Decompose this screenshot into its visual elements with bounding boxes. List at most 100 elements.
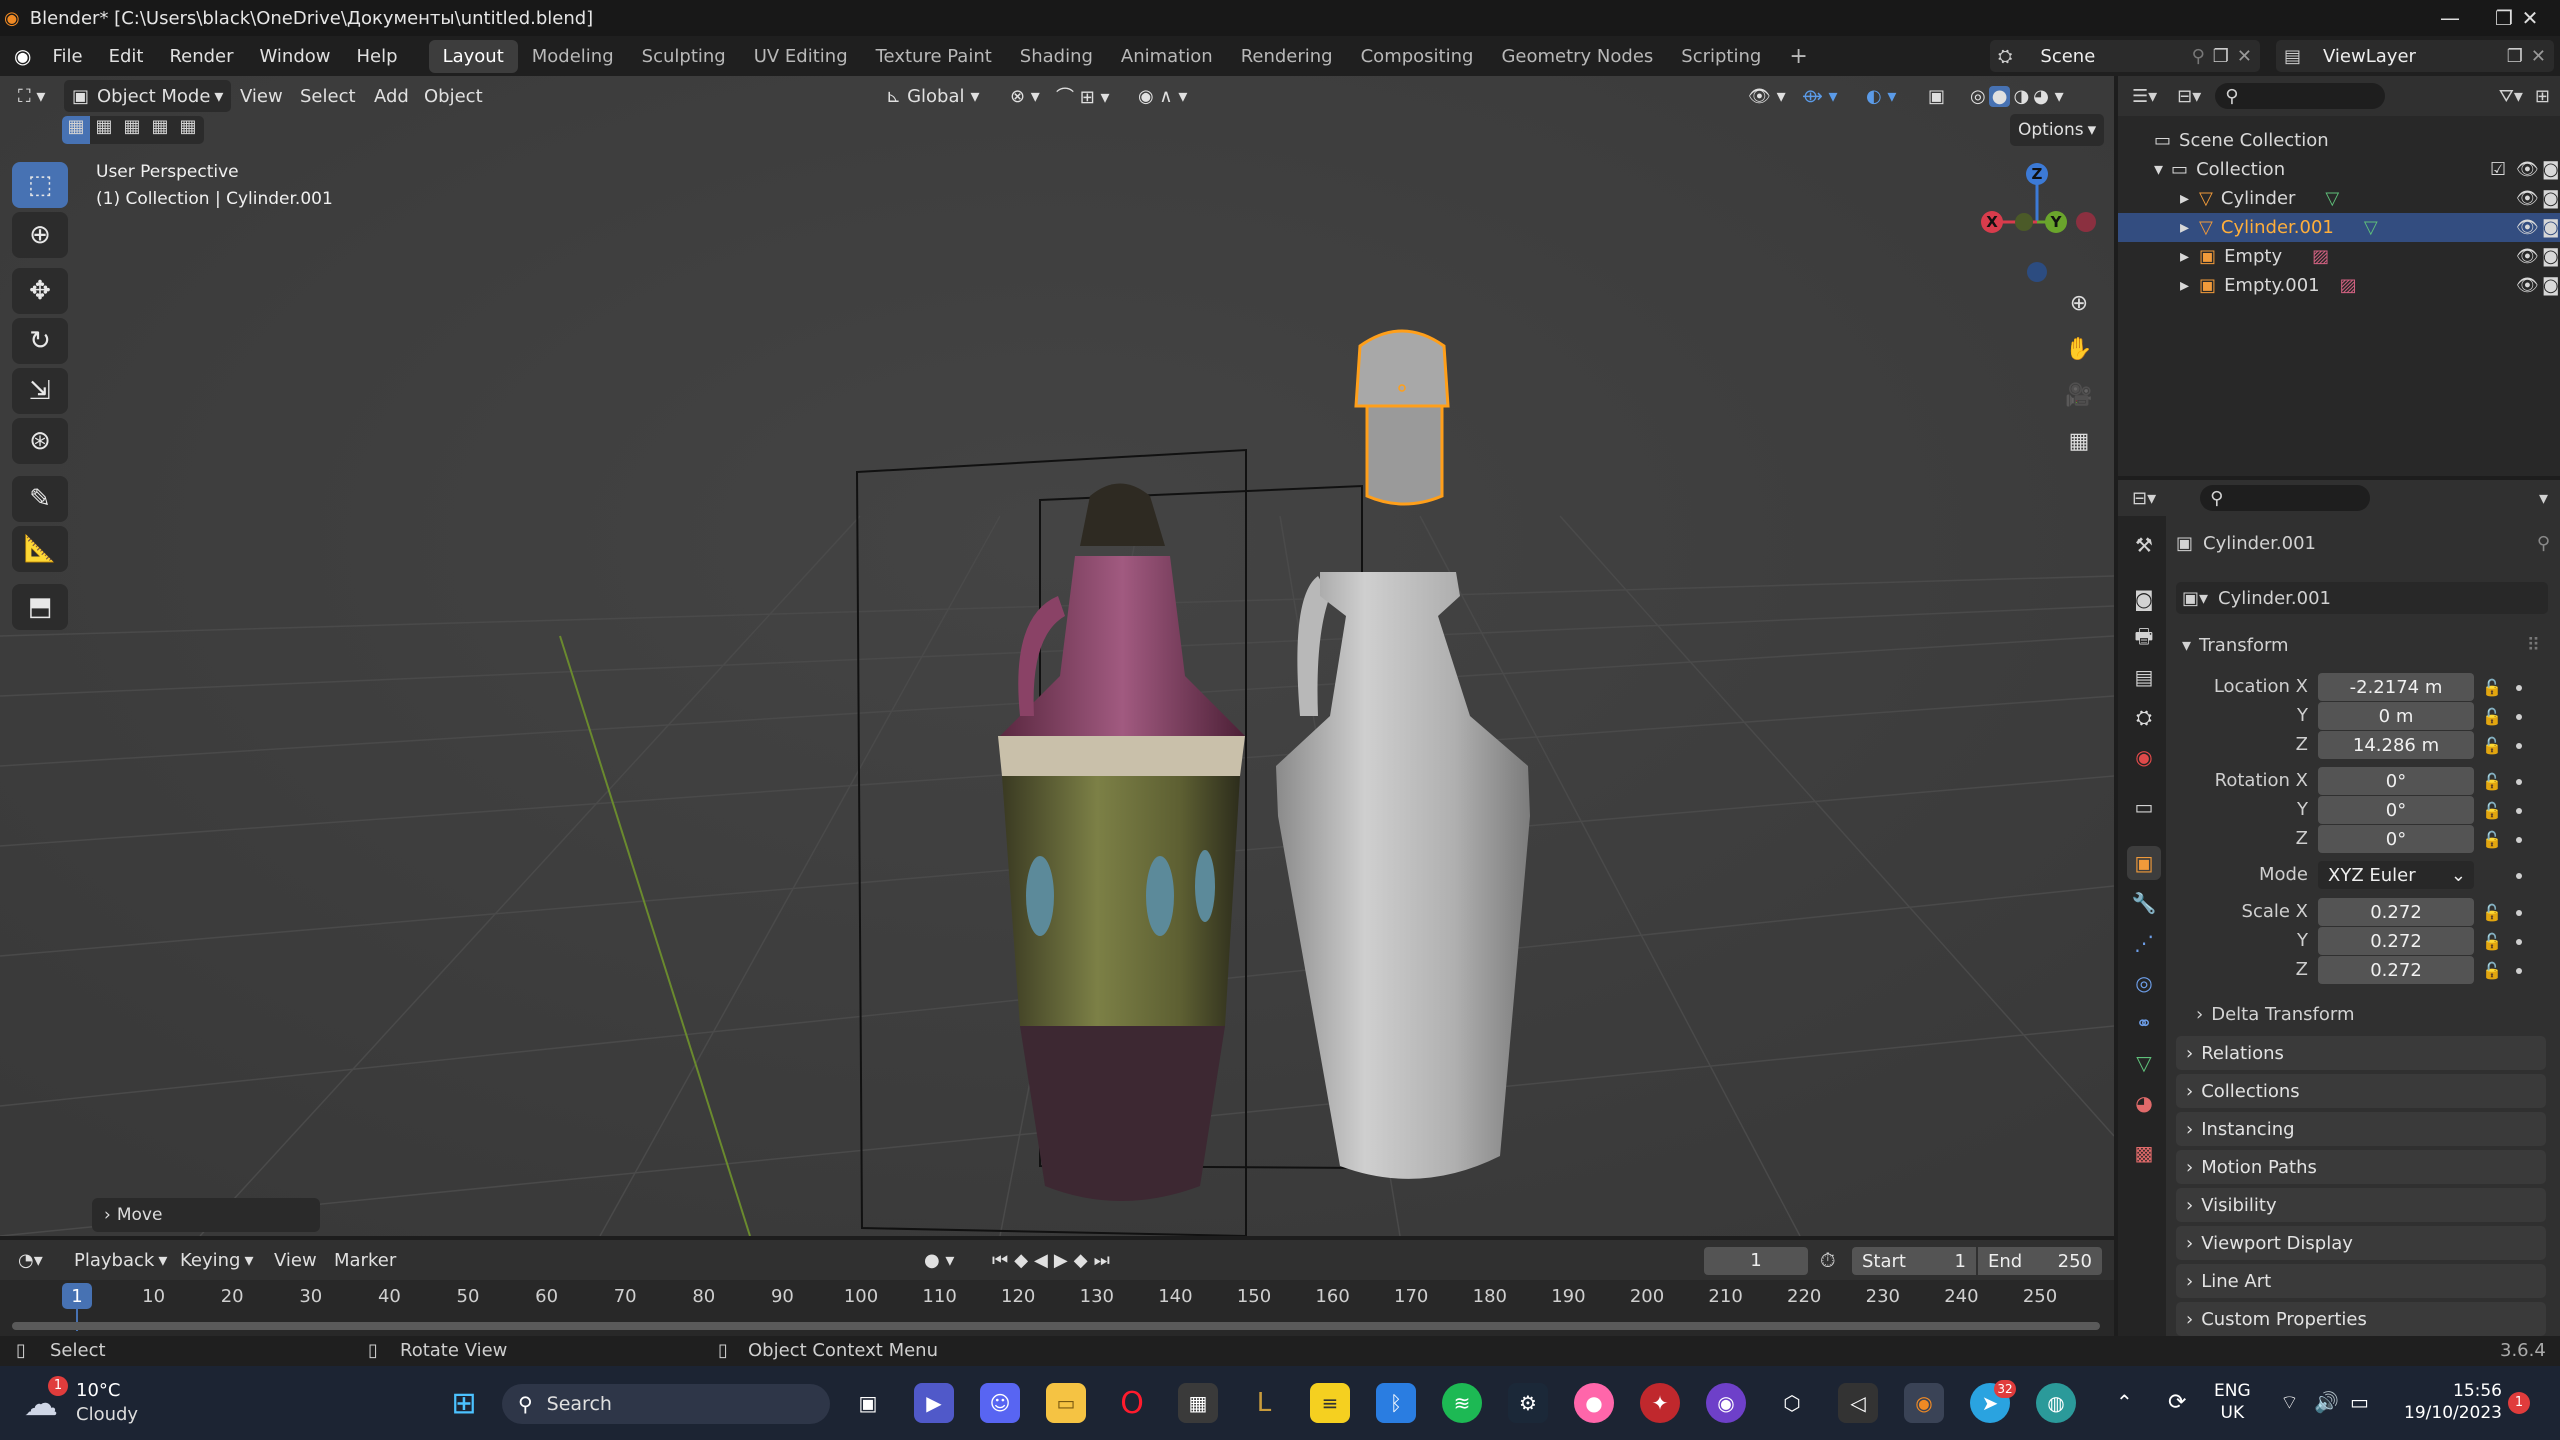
eye-icon[interactable]: 👁 <box>2516 188 2539 209</box>
selected-cylinder-object[interactable] <box>1354 329 1450 506</box>
render-camera-icon[interactable]: ◙ <box>2542 246 2559 267</box>
location-x-field[interactable]: -2.2174 m <box>2318 673 2474 701</box>
lock-icon[interactable]: 🔓 <box>2482 707 2502 726</box>
rotation-y-field[interactable]: 0° <box>2318 796 2474 824</box>
rendered-shading-icon[interactable]: ◕ ▾ <box>2033 86 2063 107</box>
tab-geometry-nodes[interactable]: Geometry Nodes <box>1487 40 1667 73</box>
panel-instancing[interactable]: › Instancing <box>2176 1112 2546 1146</box>
play-reverse-icon[interactable]: ◀ <box>1034 1250 1054 1271</box>
rotation-z-field[interactable]: 0° <box>2318 825 2474 853</box>
material-tab-icon[interactable]: ◕ <box>2127 1086 2161 1120</box>
zoom-button[interactable]: ⊕ <box>2062 286 2096 320</box>
lock-icon[interactable]: 🔓 <box>2482 736 2502 755</box>
lock-icon[interactable]: 🔓 <box>2482 903 2502 922</box>
keyframe-dot-icon[interactable] <box>2516 685 2522 691</box>
3d-viewport[interactable]: Z X Y ⛶ ▾ ▣ Object Mode ▾ View Select Ad… <box>0 76 2114 1236</box>
view-layer-tab-icon[interactable]: ▤ <box>2127 660 2161 694</box>
keyframe-dot-icon[interactable] <box>2516 779 2522 785</box>
panel-custom-properties[interactable]: › Custom Properties <box>2176 1302 2546 1336</box>
drag-handle-icon[interactable]: ⠿ <box>2527 635 2540 656</box>
move-tool[interactable]: ✥ <box>12 268 68 314</box>
menu-add[interactable]: Add <box>366 80 417 112</box>
menu-help[interactable]: Help <box>344 46 411 67</box>
current-frame-field[interactable]: 1 <box>1704 1247 1808 1275</box>
menu-view[interactable]: View <box>232 80 291 112</box>
discord-icon[interactable]: ☺ <box>980 1383 1020 1423</box>
outliner-collection[interactable]: ▾ ▭ Collection ☑ 👁 ◙ <box>2118 155 2560 184</box>
gizmo-toggle[interactable]: ⟴ ▾ <box>1794 80 1846 112</box>
play-icon[interactable]: ▶ <box>1054 1250 1074 1271</box>
transform-panel-header[interactable]: ▾ Transform ⠿ <box>2176 628 2546 662</box>
blender-taskbar-icon[interactable]: ◉ <box>1904 1383 1944 1423</box>
keyframe-dot-icon[interactable] <box>2516 808 2522 814</box>
expand-icon[interactable]: ▸ <box>2180 217 2189 238</box>
language-indicator[interactable]: ENG UK <box>2214 1380 2251 1424</box>
menu-playback[interactable]: Playback ▾ <box>66 1244 175 1276</box>
viewport-scene[interactable]: Z X Y <box>0 76 2114 1236</box>
outliner-scene-collection[interactable]: ▭ Scene Collection <box>2118 126 2560 155</box>
render-camera-icon[interactable]: ◙ <box>2542 217 2559 238</box>
notes-app-icon[interactable]: ≡ <box>1310 1383 1350 1423</box>
ortho-toggle-button[interactable]: ▦ <box>2062 424 2096 458</box>
select-subtract-icon[interactable]: ▦ <box>118 116 146 144</box>
tab-animation[interactable]: Animation <box>1107 40 1227 73</box>
pan-button[interactable]: ✋ <box>2062 332 2096 366</box>
panel-relations[interactable]: › Relations <box>2176 1036 2546 1070</box>
tool-tab-icon[interactable]: ⚒ <box>2127 528 2161 562</box>
lock-icon[interactable]: 🔓 <box>2482 932 2502 951</box>
chevron-down-icon[interactable]: ▾ <box>2539 488 2548 509</box>
eye-icon[interactable]: 👁 <box>2516 217 2539 238</box>
render-tab-icon[interactable]: ◙ <box>2127 582 2161 616</box>
tab-scripting[interactable]: Scripting <box>1667 40 1775 73</box>
solid-shading-icon[interactable]: ● <box>1988 85 2011 107</box>
last-operator-panel[interactable]: › Move <box>92 1198 320 1232</box>
options-dropdown[interactable]: Options ▾ <box>2010 114 2105 146</box>
menu-timeline-view[interactable]: View <box>266 1244 325 1276</box>
collapse-icon[interactable]: ▾ <box>2154 159 2163 180</box>
menu-file[interactable]: File <box>39 46 95 67</box>
keyframe-dot-icon[interactable] <box>2516 837 2522 843</box>
jump-end-icon[interactable]: ⏭ <box>1094 1250 1116 1271</box>
scale-x-field[interactable]: 0.272 <box>2318 898 2474 926</box>
properties-editor-icon[interactable]: ⊟▾ <box>2132 488 2156 509</box>
filter-icon[interactable]: ⛛▾ <box>2499 86 2523 107</box>
snap-toggle[interactable]: ⌒ ⊞ ▾ <box>1048 80 1118 112</box>
output-tab-icon[interactable]: 🖶 <box>2127 622 2161 656</box>
panel-motion-paths[interactable]: › Motion Paths <box>2176 1150 2546 1184</box>
outliner-item-empty[interactable]: ▸ ▣ Empty ▨ 👁 ◙ <box>2118 242 2560 271</box>
object-browse-icon[interactable]: ▣▾ <box>2182 588 2208 609</box>
select-invert-icon[interactable]: ▦ <box>146 116 174 144</box>
prev-keyframe-icon[interactable]: ◆ <box>1014 1250 1034 1271</box>
game-app-icon[interactable]: ✦ <box>1640 1383 1680 1423</box>
minecraft-icon[interactable]: ▦ <box>1178 1383 1218 1423</box>
outliner-editor-icon[interactable]: ☰▾ <box>2132 86 2157 107</box>
menu-object[interactable]: Object <box>416 80 491 112</box>
render-camera-icon[interactable]: ◙ <box>2542 275 2559 296</box>
tab-texture-paint[interactable]: Texture Paint <box>862 40 1006 73</box>
lock-icon[interactable]: 🔓 <box>2482 801 2502 820</box>
delete-viewlayer-icon[interactable]: ✕ <box>2531 46 2546 67</box>
volume-icon[interactable]: 🔊 <box>2314 1390 2339 1414</box>
particles-tab-icon[interactable]: ⋰ <box>2127 926 2161 960</box>
keyframe-dot-icon[interactable] <box>2516 939 2522 945</box>
opera-icon[interactable]: O <box>1112 1383 1152 1423</box>
display-mode-icon[interactable]: ⊟▾ <box>2177 86 2201 107</box>
keyframe-dot-icon[interactable] <box>2516 968 2522 974</box>
render-camera-icon[interactable]: ◙ <box>2542 159 2559 180</box>
checkbox-icon[interactable]: ☑ <box>2490 159 2506 180</box>
lock-icon[interactable]: 🔓 <box>2482 772 2502 791</box>
location-z-field[interactable]: 14.286 m <box>2318 731 2474 759</box>
wifi-icon[interactable]: ⌔ <box>2280 1390 2299 1415</box>
spotify-icon[interactable]: ≋ <box>1442 1383 1482 1423</box>
new-viewlayer-icon[interactable]: ❐ <box>2507 46 2523 67</box>
transform-tool[interactable]: ⊛ <box>12 418 68 464</box>
select-extend-icon[interactable]: ▦ <box>90 116 118 144</box>
end-frame-field[interactable]: End 250 <box>1978 1247 2102 1275</box>
battery-icon[interactable]: ▭ <box>2350 1390 2369 1414</box>
tab-sculpting[interactable]: Sculpting <box>628 40 740 73</box>
scene-tab-icon[interactable]: ⛭ <box>2127 700 2161 734</box>
steam-icon[interactable]: ⚙ <box>1508 1383 1548 1423</box>
lock-icon[interactable]: 🔓 <box>2482 961 2502 980</box>
file-explorer-icon[interactable]: ▭ <box>1046 1383 1086 1423</box>
overlay-toggle[interactable]: ◐ ▾ <box>1858 80 1904 112</box>
